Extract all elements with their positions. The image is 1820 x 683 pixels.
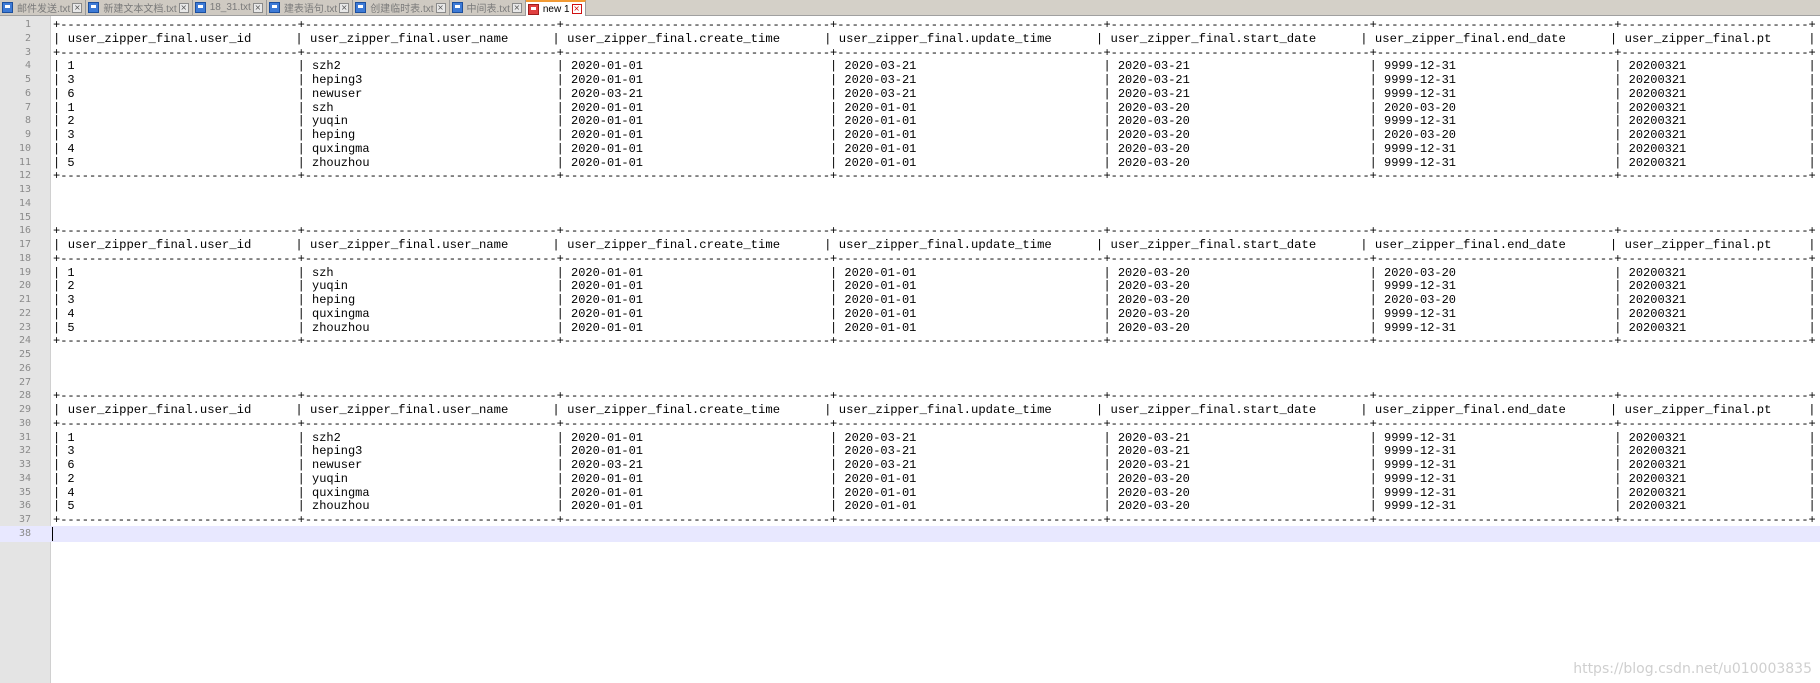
tab-label: new 1 bbox=[542, 3, 570, 15]
blue-file-icon bbox=[355, 2, 367, 13]
tab-label: 新建文本文档.txt bbox=[103, 4, 177, 15]
blue-file-icon bbox=[88, 2, 100, 13]
red-file-icon bbox=[527, 3, 539, 15]
tab-label: 建表语句.txt bbox=[283, 4, 338, 15]
text-caret bbox=[52, 526, 53, 541]
close-icon[interactable]: × bbox=[178, 2, 189, 13]
tab-0[interactable]: 邮件发送.txt × bbox=[0, 0, 87, 15]
tab-4[interactable]: 创建临时表.txt × bbox=[353, 0, 450, 15]
tab-label: 创建临时表.txt bbox=[370, 4, 434, 15]
tab-label: 邮件发送.txt bbox=[17, 4, 71, 15]
tab-5[interactable]: 中间表.txt × bbox=[449, 0, 526, 15]
watermark: https://blog.csdn.net/u010003835 bbox=[1573, 661, 1812, 677]
tab-3[interactable]: 建表语句.txt × bbox=[266, 0, 354, 15]
tab-6[interactable]: new 1 × bbox=[525, 0, 586, 16]
blue-file-icon bbox=[268, 2, 280, 13]
tab-bar: 邮件发送.txt × 新建文本文档.txt × 18_31.txt × 建表语句.txt × 创… bbox=[0, 0, 1820, 16]
blue-file-icon bbox=[451, 2, 463, 13]
close-icon[interactable]: × bbox=[571, 4, 582, 14]
tab-label: 中间表.txt bbox=[466, 4, 510, 15]
close-icon[interactable]: × bbox=[435, 2, 446, 13]
tab-label: 18_31.txt bbox=[209, 2, 251, 13]
close-icon[interactable]: × bbox=[511, 2, 522, 13]
blue-file-icon bbox=[194, 2, 206, 13]
text-editor[interactable]: 1 +---------------------------------+----… bbox=[0, 16, 1820, 683]
tab-2[interactable]: 18_31.txt × bbox=[192, 0, 267, 15]
close-icon[interactable]: × bbox=[252, 2, 263, 13]
close-icon[interactable]: × bbox=[72, 2, 83, 13]
line-number: 38 bbox=[18, 527, 31, 539]
blue-file-icon bbox=[2, 2, 13, 13]
editor-line: 38 bbox=[0, 525, 1820, 542]
tab-1[interactable]: 新建文本文档.txt × bbox=[86, 0, 193, 15]
close-icon[interactable]: × bbox=[339, 2, 350, 13]
